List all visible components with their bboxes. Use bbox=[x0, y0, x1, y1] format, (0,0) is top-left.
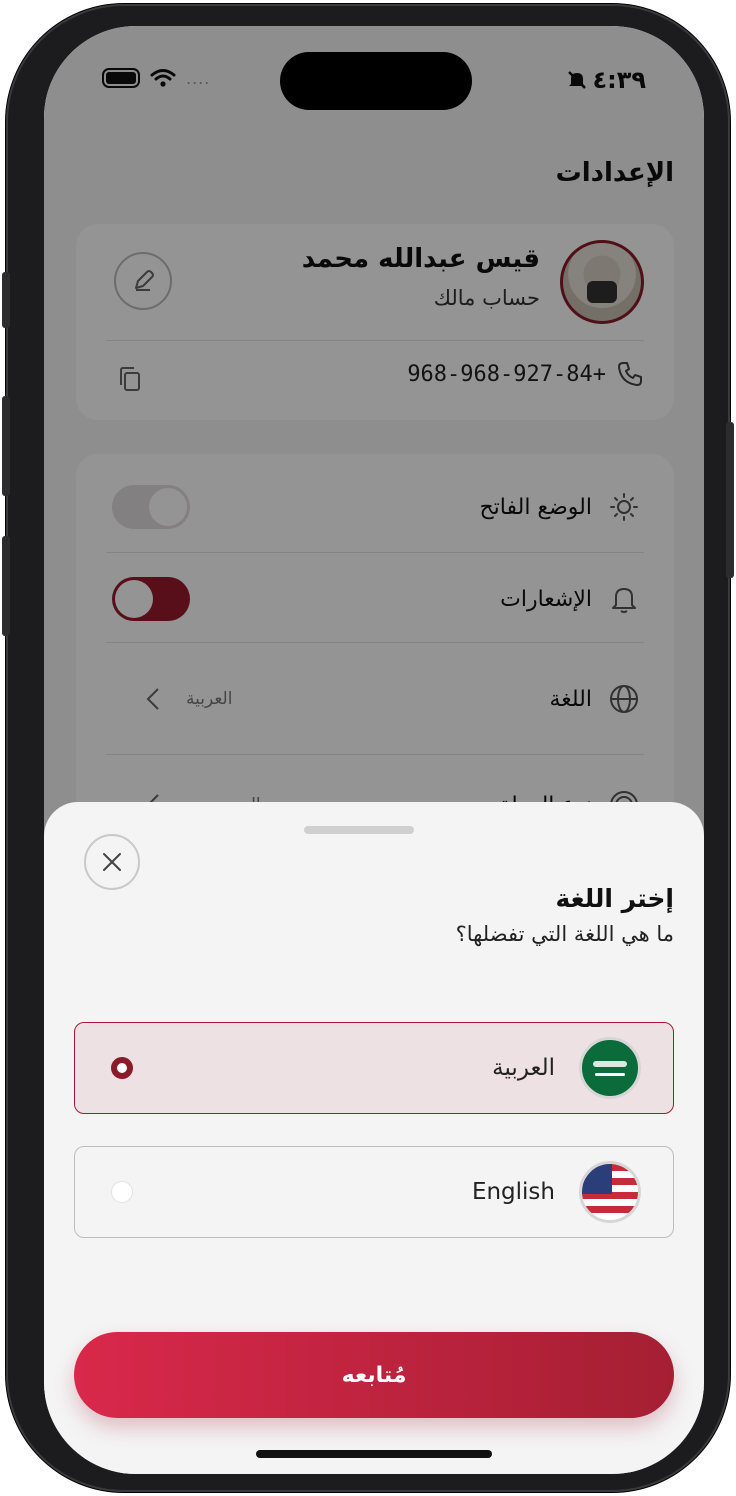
radio-selected[interactable] bbox=[111, 1057, 133, 1079]
close-button[interactable] bbox=[84, 834, 140, 890]
saudi-flag-icon bbox=[579, 1037, 641, 1099]
sheet-drag-handle[interactable] bbox=[304, 826, 414, 834]
continue-button[interactable]: مُتابعه bbox=[74, 1332, 674, 1418]
phone-side-button bbox=[726, 422, 734, 578]
us-flag-icon bbox=[579, 1161, 641, 1223]
radio-unselected[interactable] bbox=[111, 1181, 133, 1203]
home-indicator bbox=[256, 1450, 492, 1458]
sheet-subtitle: ما هي اللغة التي تفضلها؟ bbox=[455, 922, 674, 946]
language-option-label: English bbox=[471, 1179, 555, 1205]
language-option-arabic[interactable]: العربية bbox=[74, 1022, 674, 1114]
language-option-label: العربية bbox=[492, 1055, 555, 1081]
language-option-english[interactable]: English bbox=[74, 1146, 674, 1238]
phone-frame: .... ٤:٣٩ الإعدادات قيس عبدالله محمد حسا… bbox=[2, 4, 734, 1492]
screen: .... ٤:٣٩ الإعدادات قيس عبدالله محمد حسا… bbox=[44, 26, 704, 1474]
close-icon bbox=[103, 853, 121, 871]
phone-side-button bbox=[2, 272, 10, 328]
phone-side-button bbox=[2, 396, 10, 496]
phone-side-button bbox=[2, 536, 10, 636]
sheet-title: إختر اللغة bbox=[555, 884, 674, 913]
